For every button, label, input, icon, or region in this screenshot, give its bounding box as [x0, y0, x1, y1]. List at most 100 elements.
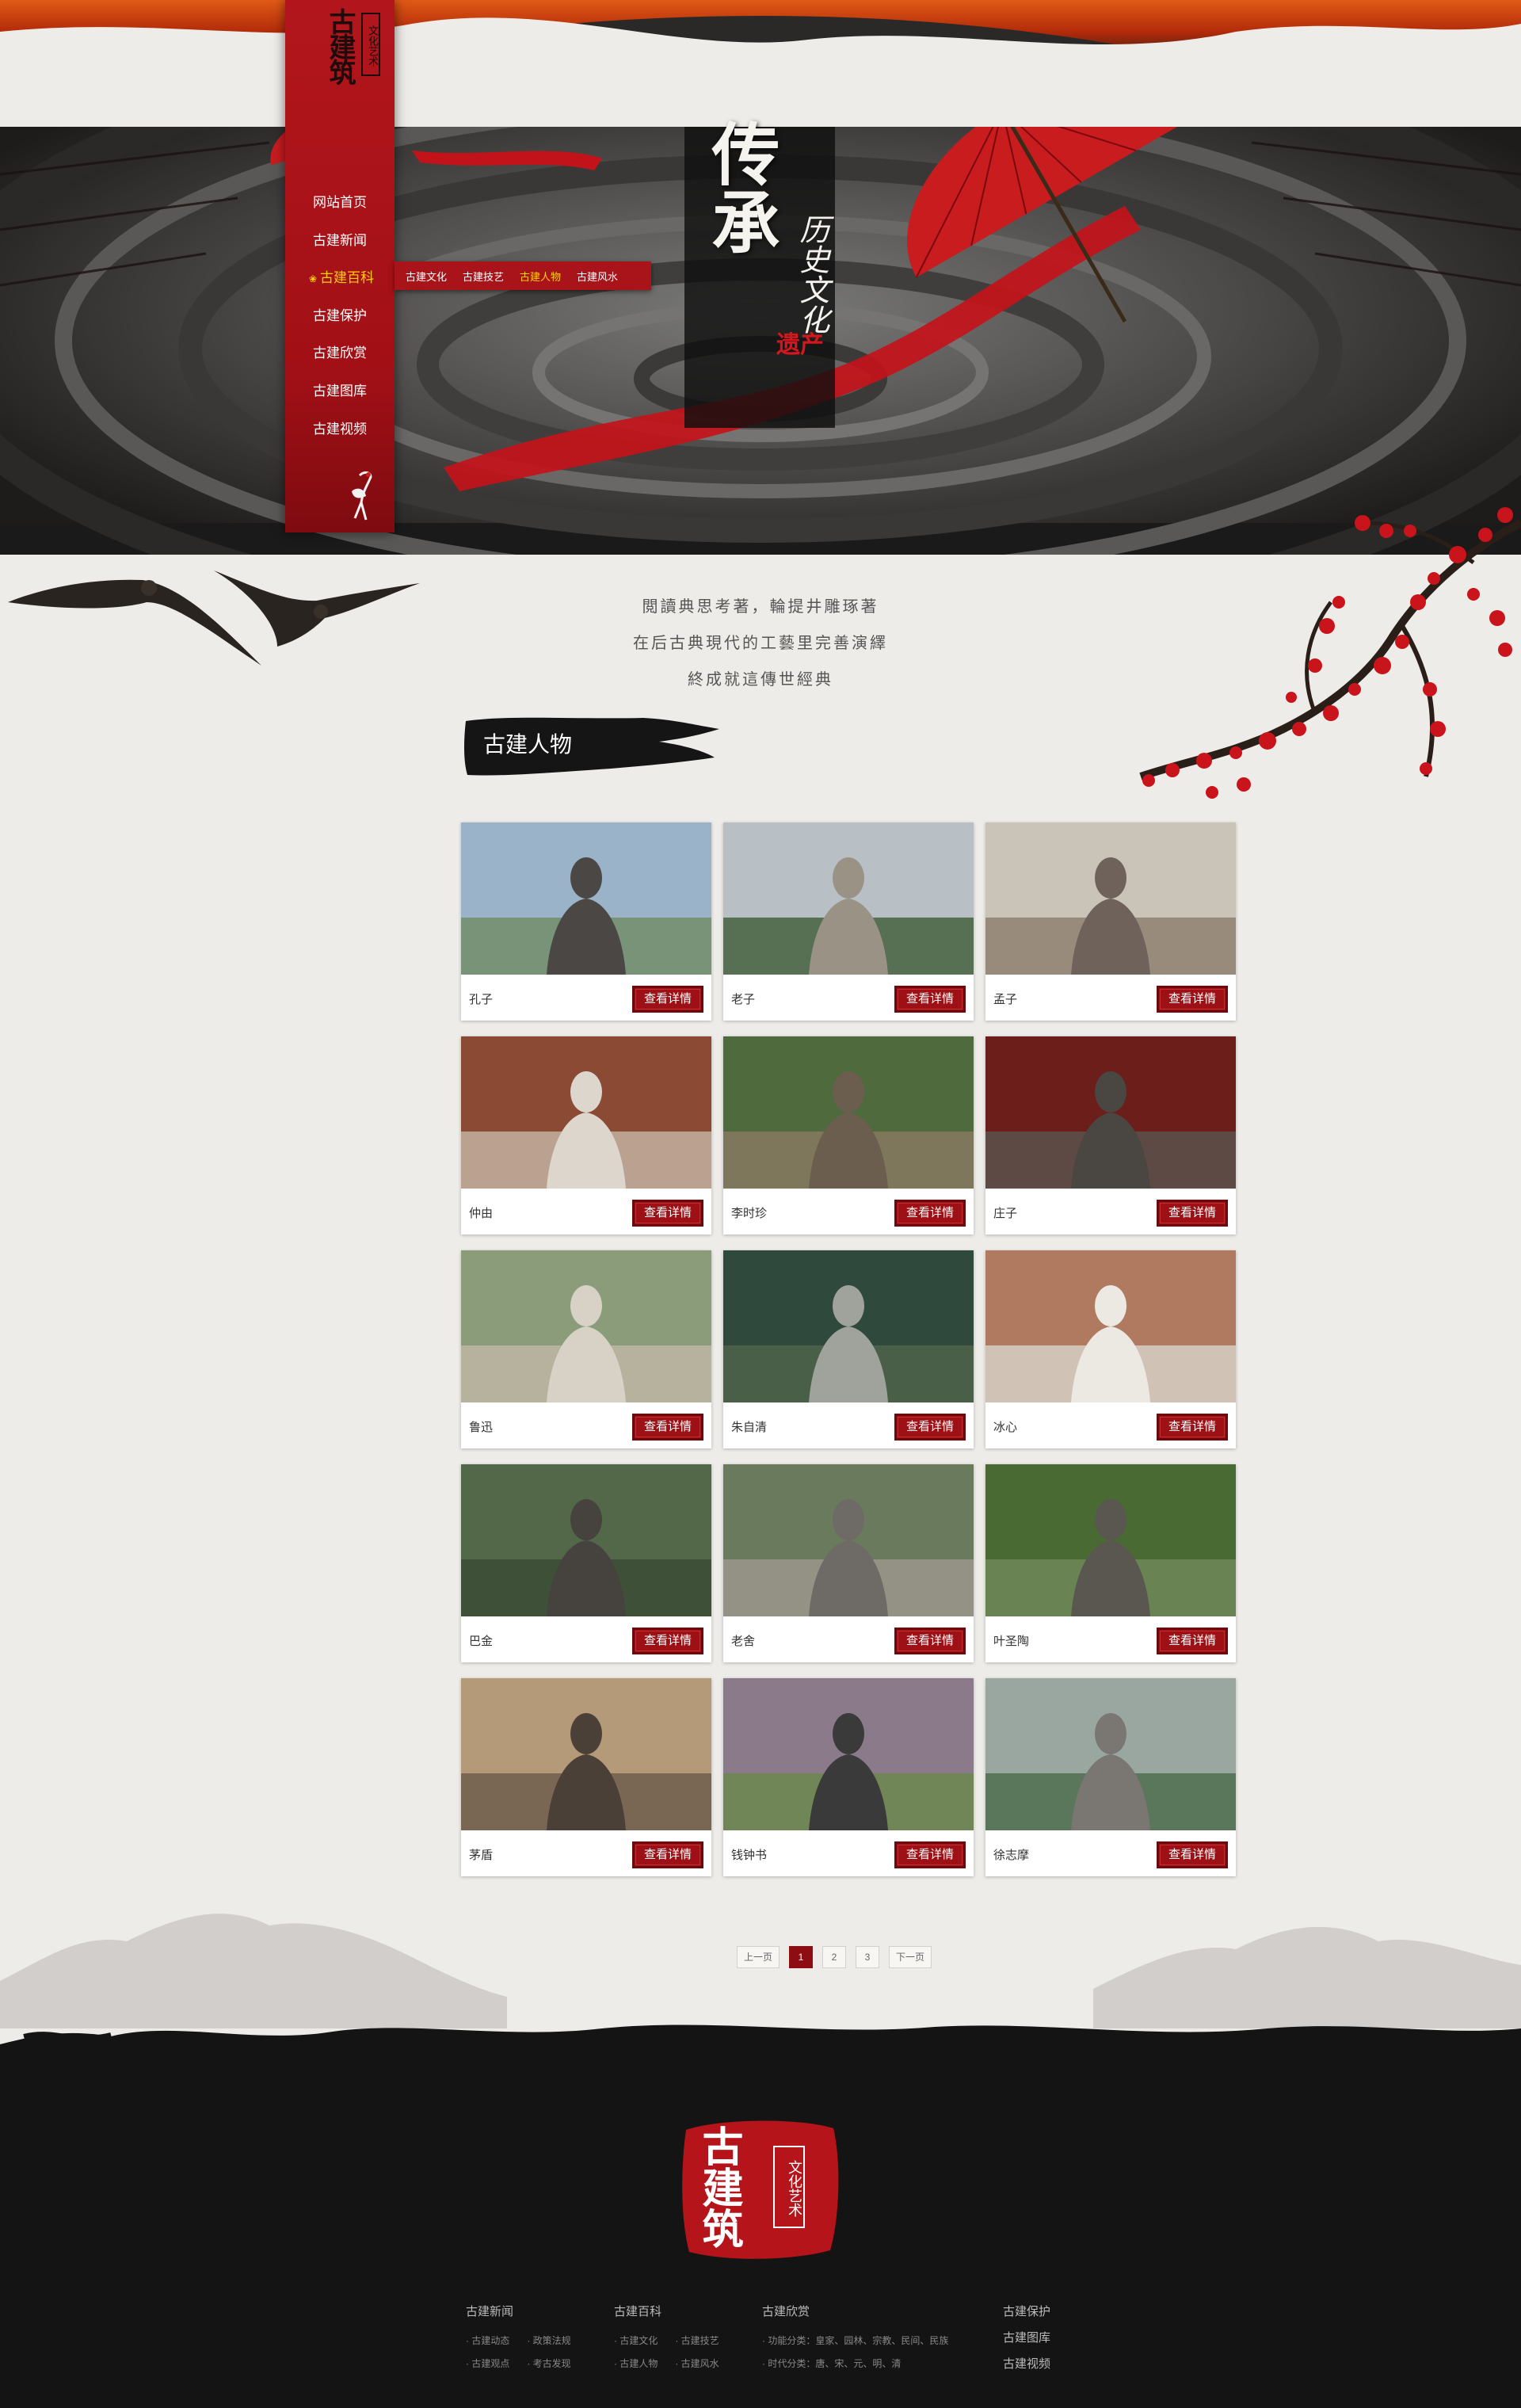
page-button-2[interactable]: 2	[822, 1946, 847, 1968]
person-card[interactable]: 钱钟书 查看详情	[723, 1678, 974, 1876]
poem-line-3: 終成就這傳世經典	[688, 670, 833, 689]
person-card[interactable]: 老舍 查看详情	[723, 1464, 974, 1662]
view-details-button[interactable]: 查看详情	[1157, 1414, 1228, 1441]
person-name: 仲由	[469, 1207, 494, 1220]
crane-icon	[352, 471, 372, 521]
person-card[interactable]: 孔子 查看详情	[461, 822, 711, 1021]
nav-item-wiki-label: 古建百科	[320, 270, 375, 286]
person-card[interactable]: 孟子 查看详情	[985, 822, 1236, 1021]
person-card[interactable]: 李时珍 查看详情	[723, 1036, 974, 1235]
footer-col-news-title[interactable]: 古建新闻	[466, 2303, 571, 2319]
statue-image	[985, 1464, 1236, 1616]
main-nav: 古建筑 文化艺术 网站首页 古建新闻 ❀ 古建百科 古建保护 古建欣赏 古建图库 …	[285, 0, 395, 532]
person-statue-photo[interactable]	[723, 1464, 974, 1616]
view-details-button[interactable]: 查看详情	[632, 986, 703, 1013]
view-details-button[interactable]: 查看详情	[632, 1628, 703, 1654]
person-name: 李时珍	[731, 1207, 768, 1220]
person-card[interactable]: 冰心 查看详情	[985, 1250, 1236, 1448]
next-page-button[interactable]: 下一页	[889, 1946, 932, 1968]
page-button-3[interactable]: 3	[856, 1946, 880, 1968]
nav-item-gallery[interactable]: 古建图库	[285, 372, 395, 410]
sub-nav-craft[interactable]: 古建技艺	[463, 269, 504, 284]
person-statue-photo[interactable]	[723, 822, 974, 975]
person-statue-photo[interactable]	[461, 1464, 711, 1616]
statue-image	[461, 822, 711, 975]
view-details-button[interactable]: 查看详情	[894, 1200, 966, 1227]
person-card[interactable]: 叶圣陶 查看详情	[985, 1464, 1236, 1662]
nav-item-news[interactable]: 古建新闻	[285, 222, 395, 260]
view-details-button[interactable]: 查看详情	[1157, 1628, 1228, 1654]
person-name: 鲁迅	[469, 1421, 494, 1434]
sub-nav-culture[interactable]: 古建文化	[406, 269, 447, 284]
footer-logo[interactable]: 古建筑 文化艺术	[678, 2114, 843, 2263]
person-statue-photo[interactable]	[985, 1036, 1236, 1189]
view-details-button[interactable]: 查看详情	[894, 1841, 966, 1868]
footer-col-appreciate-title[interactable]: 古建欣赏	[762, 2303, 948, 2319]
person-statue-photo[interactable]	[723, 1250, 974, 1402]
footer-link-protect[interactable]: 古建保护	[1003, 2303, 1050, 2319]
footer-link-wiki-culture[interactable]: · 古建文化	[614, 2334, 658, 2347]
statue-image	[985, 1250, 1236, 1402]
statue-image	[985, 1036, 1236, 1189]
person-name: 叶圣陶	[993, 1635, 1030, 1648]
view-details-button[interactable]: 查看详情	[1157, 1200, 1228, 1227]
footer-col-wiki-title[interactable]: 古建百科	[614, 2303, 719, 2319]
person-card[interactable]: 鲁迅 查看详情	[461, 1250, 711, 1448]
view-details-button[interactable]: 查看详情	[632, 1414, 703, 1441]
person-name: 钱钟书	[731, 1849, 768, 1862]
person-statue-photo[interactable]	[985, 1250, 1236, 1402]
footer-link-wiki-fengshui[interactable]: · 古建风水	[675, 2356, 719, 2370]
person-statue-photo[interactable]	[723, 1678, 974, 1830]
view-details-button[interactable]: 查看详情	[894, 1414, 966, 1441]
prev-page-button[interactable]: 上一页	[737, 1946, 780, 1968]
sub-nav-fengshui[interactable]: 古建风水	[577, 269, 618, 284]
person-statue-photo[interactable]	[461, 1036, 711, 1189]
view-details-button[interactable]: 查看详情	[894, 1628, 966, 1654]
footer-link-wiki-people[interactable]: · 古建人物	[614, 2356, 658, 2370]
person-statue-photo[interactable]	[985, 822, 1236, 975]
view-details-button[interactable]: 查看详情	[894, 986, 966, 1013]
person-name: 老舍	[731, 1635, 756, 1648]
view-details-button[interactable]: 查看详情	[632, 1200, 703, 1227]
person-card[interactable]: 巴金 查看详情	[461, 1464, 711, 1662]
person-statue-photo[interactable]	[723, 1036, 974, 1189]
statue-image	[985, 1678, 1236, 1830]
person-card[interactable]: 朱自清 查看详情	[723, 1250, 974, 1448]
person-statue-photo[interactable]	[461, 1250, 711, 1402]
footer-link-gallery[interactable]: 古建图库	[1003, 2329, 1050, 2345]
nav-item-protect[interactable]: 古建保护	[285, 297, 395, 335]
footer-link-appreciate-era[interactable]: · 时代分类：唐、宋、元、明、清	[762, 2356, 948, 2370]
footer-link-appreciate-function[interactable]: · 功能分类：皇家、园林、宗教、民间、民族	[762, 2334, 948, 2347]
footer-link-news-policy[interactable]: · 政策法规	[527, 2334, 570, 2347]
nav-item-wiki[interactable]: ❀ 古建百科	[285, 259, 395, 297]
footer-link-wiki-craft[interactable]: · 古建技艺	[675, 2334, 719, 2347]
person-card[interactable]: 徐志摩 查看详情	[985, 1678, 1236, 1876]
view-details-button[interactable]: 查看详情	[1157, 1841, 1228, 1868]
person-card[interactable]: 仲由 查看详情	[461, 1036, 711, 1235]
nav-item-video[interactable]: 古建视频	[285, 410, 395, 448]
birds-illustration	[8, 571, 420, 666]
person-name: 朱自清	[731, 1421, 768, 1434]
person-card[interactable]: 庄子 查看详情	[985, 1036, 1236, 1235]
nav-item-appreciate[interactable]: 古建欣赏	[285, 334, 395, 372]
person-statue-photo[interactable]	[985, 1464, 1236, 1616]
site-logo[interactable]: 古建筑 文化艺术	[296, 5, 383, 100]
person-card[interactable]: 老子 查看详情	[723, 822, 974, 1021]
person-statue-photo[interactable]	[985, 1678, 1236, 1830]
hero-calligraphy: 传承 历史文化 遗产	[680, 119, 838, 428]
footer-link-news-views[interactable]: · 古建观点	[466, 2356, 509, 2370]
sub-nav-people[interactable]: 古建人物	[520, 269, 561, 284]
view-details-button[interactable]: 查看详情	[632, 1841, 703, 1868]
footer-link-news-dynamics[interactable]: · 古建动态	[466, 2334, 509, 2347]
person-card[interactable]: 茅盾 查看详情	[461, 1678, 711, 1876]
person-statue-photo[interactable]	[461, 1678, 711, 1830]
nav-item-home[interactable]: 网站首页	[285, 184, 395, 222]
person-statue-photo[interactable]	[461, 822, 711, 975]
statue-image	[985, 822, 1236, 975]
footer-link-news-archaeology[interactable]: · 考古发现	[527, 2356, 570, 2370]
person-name: 老子	[731, 993, 756, 1006]
statue-image	[723, 1036, 974, 1189]
footer-link-video[interactable]: 古建视频	[1003, 2355, 1050, 2372]
view-details-button[interactable]: 查看详情	[1157, 986, 1228, 1013]
page-button-1[interactable]: 1	[789, 1946, 814, 1968]
